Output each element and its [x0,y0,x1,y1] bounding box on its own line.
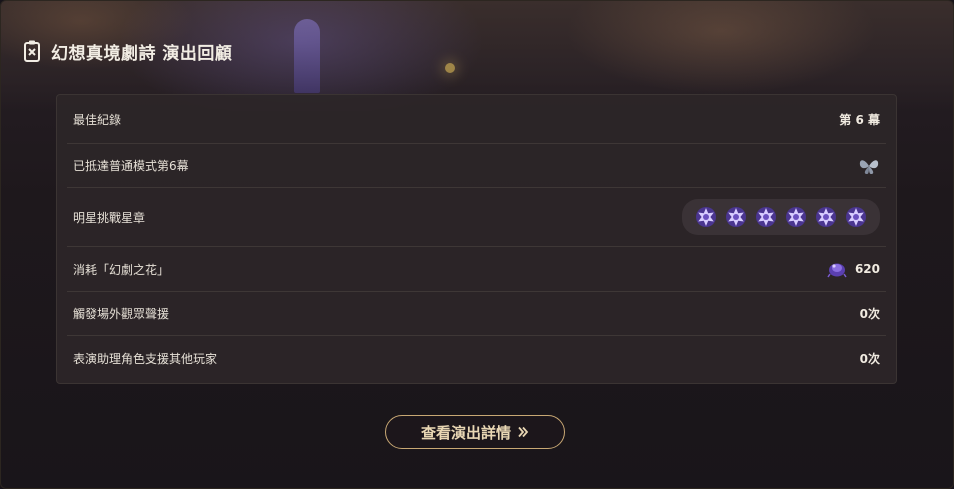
double-chevron-right-icon [518,426,529,438]
view-details-label: 查看演出詳情 [420,423,511,442]
stat-row-mode-reached: 已抵達普通模式第6幕 [57,144,896,187]
purple-flower-icon [827,263,847,278]
stat-row-assist-others: 表演助理角色支援其他玩家 0次 [57,336,896,381]
flower-count: 620 [854,262,880,276]
star-badge-icon [814,205,838,229]
stat-label: 消耗「幻劇之花」 [73,262,170,277]
stat-row-best-record: 最佳紀錄 第 6 幕 [57,95,896,143]
stat-label: 觸發場外觀眾聲援 [73,307,170,321]
stained-window [294,19,320,93]
lamp [445,63,455,73]
stat-label: 表演助理角色支援其他玩家 [73,352,218,366]
stat-value: 0次 [859,307,880,321]
page-header: 幻想真境劇詩 演出回顧 [23,39,233,64]
star-badges [682,199,880,235]
stat-label: 明星挑戰星章 [73,210,146,225]
stat-row-flower-consumed: 消耗「幻劇之花」 620 [57,247,896,291]
stat-value: 第 6 幕 [839,112,880,127]
page-title: 幻想真境劇詩 演出回顧 [51,43,233,64]
view-details-button[interactable]: 查看演出詳情 [385,415,565,449]
stat-value-group: 620 [827,260,880,278]
performance-review-card: 幻想真境劇詩 演出回顧 最佳紀錄 第 6 幕 已抵達普通模式第6幕 明星挑戰星章 [0,0,954,489]
star-badge-icon [694,205,718,229]
star-badge-icon [724,205,748,229]
star-badge-icon [784,205,808,229]
stats-panel: 最佳紀錄 第 6 幕 已抵達普通模式第6幕 明星挑戰星章 消耗「幻劇之花」 62… [56,94,897,384]
stat-row-star-challenge: 明星挑戰星章 [57,188,896,246]
butterfly-medal-icon [859,159,879,174]
tablet-icon [24,40,40,62]
stat-label: 已抵達普通模式第6幕 [73,159,189,173]
star-badge-icon [844,205,868,229]
stat-label: 最佳紀錄 [73,112,122,127]
stat-value: 0次 [859,352,880,366]
stat-row-audience-support: 觸發場外觀眾聲援 0次 [57,292,896,335]
star-badge-icon [754,205,778,229]
